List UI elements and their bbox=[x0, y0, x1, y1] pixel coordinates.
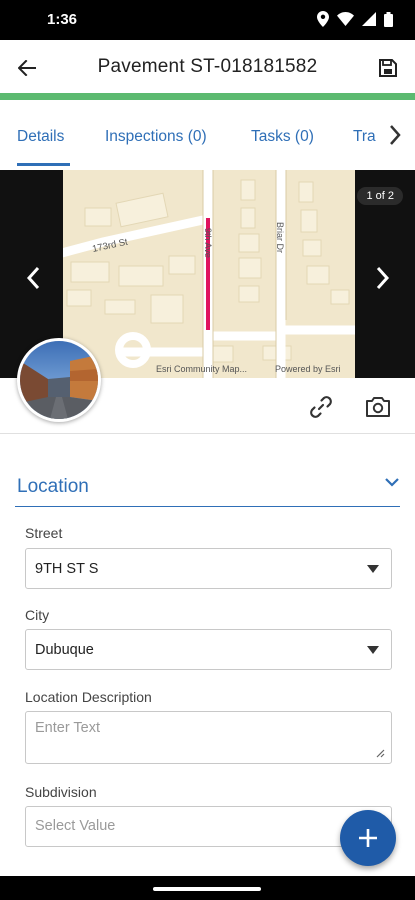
tab-inspections[interactable]: Inspections (0) bbox=[105, 128, 207, 146]
location-section-header[interactable]: Location bbox=[0, 468, 415, 508]
add-fab-button[interactable] bbox=[340, 810, 396, 866]
system-nav-bar bbox=[0, 876, 415, 900]
map-label-9th-ave: 9th Ave bbox=[203, 228, 213, 258]
save-button[interactable] bbox=[375, 54, 401, 82]
chevron-right-icon bbox=[376, 266, 390, 290]
map-attribution: Esri Community Map... bbox=[156, 364, 248, 374]
camera-icon bbox=[366, 397, 390, 417]
signal-icon bbox=[362, 12, 376, 26]
resize-handle-icon[interactable] bbox=[376, 749, 385, 758]
section-underline bbox=[15, 506, 400, 507]
map-label-briar-dr: Briar Dr bbox=[275, 222, 285, 253]
section-title: Location bbox=[17, 476, 89, 497]
battery-icon bbox=[384, 11, 393, 27]
divider bbox=[0, 433, 415, 434]
take-photo-button[interactable] bbox=[363, 392, 393, 422]
street-photo bbox=[20, 341, 98, 419]
subdivision-label: Subdivision bbox=[25, 784, 97, 800]
city-label: City bbox=[25, 607, 50, 623]
tab-details[interactable]: Details bbox=[17, 128, 64, 146]
location-description-label: Location Description bbox=[25, 689, 152, 705]
tab-tasks[interactable]: Tasks (0) bbox=[251, 128, 314, 146]
save-icon bbox=[379, 59, 397, 77]
page-title: Pavement ST-018181582 bbox=[97, 56, 318, 77]
attach-link-button[interactable] bbox=[306, 392, 336, 422]
city-select[interactable]: Dubuque bbox=[25, 629, 392, 670]
status-icons bbox=[317, 11, 393, 27]
tab-truncated[interactable]: Tra bbox=[353, 128, 376, 146]
active-tab-indicator bbox=[17, 163, 70, 166]
tabs-scroll-right-button[interactable] bbox=[383, 120, 407, 150]
subdivision-placeholder: Select Value bbox=[35, 818, 116, 834]
status-bar: 1:36 bbox=[0, 0, 415, 40]
plus-icon bbox=[359, 829, 377, 847]
chevron-right-icon bbox=[390, 125, 401, 145]
asset-photo-thumbnail[interactable] bbox=[17, 338, 101, 422]
back-button[interactable] bbox=[12, 54, 42, 82]
home-gesture-handle[interactable] bbox=[153, 887, 261, 891]
map-view[interactable]: 173rd St 9th Ave Briar Dr bbox=[53, 170, 360, 378]
tab-bar: Details Inspections (0) Tasks (0) Tra bbox=[0, 100, 415, 170]
map-graphic: 173rd St 9th Ave Briar Dr bbox=[53, 170, 360, 378]
subdivision-select[interactable]: Select Value bbox=[25, 806, 392, 847]
dropdown-arrow-icon bbox=[367, 646, 379, 654]
chevron-left-icon bbox=[26, 266, 40, 290]
map-powered-by: Powered by Esri bbox=[275, 364, 341, 374]
status-time: 1:36 bbox=[47, 11, 78, 28]
chevron-down-icon bbox=[385, 478, 399, 487]
map-next-button[interactable] bbox=[363, 258, 403, 298]
link-icon bbox=[310, 396, 332, 418]
map-prev-button[interactable] bbox=[13, 258, 53, 298]
location-description-placeholder: Enter Text bbox=[35, 720, 101, 736]
location-icon bbox=[317, 11, 329, 27]
location-description-textarea[interactable]: Enter Text bbox=[25, 711, 392, 764]
map-page-counter: 1 of 2 bbox=[357, 187, 403, 205]
status-progress-bar bbox=[0, 93, 415, 100]
street-label: Street bbox=[25, 525, 63, 541]
wifi-icon bbox=[337, 12, 354, 26]
arrow-left-icon bbox=[18, 60, 36, 76]
dropdown-arrow-icon bbox=[367, 565, 379, 573]
city-value: Dubuque bbox=[35, 642, 94, 658]
street-value: 9TH ST S bbox=[35, 561, 99, 577]
app-header: Pavement ST-018181582 bbox=[0, 40, 415, 95]
street-select[interactable]: 9TH ST S bbox=[25, 548, 392, 589]
